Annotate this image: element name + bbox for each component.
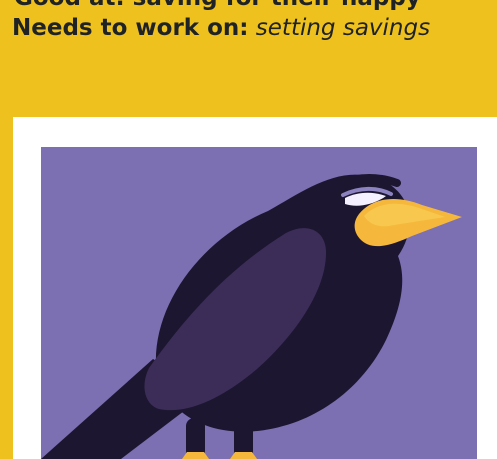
partial-top-text: Good at: saving for their happy [14, 0, 494, 10]
needs-label: Needs to work on: [12, 15, 249, 41]
needs-to-work-on-line: Needs to work on: setting savings [12, 13, 497, 43]
crow-illustration-panel [41, 147, 477, 459]
crow-foot-left [182, 452, 209, 459]
crow-icon [41, 173, 462, 459]
slide-page: Good at: saving for their happy Needs to… [0, 0, 497, 459]
illustration-card [13, 117, 497, 459]
crow-foot-right [230, 452, 257, 459]
needs-value: setting savings [255, 15, 431, 41]
